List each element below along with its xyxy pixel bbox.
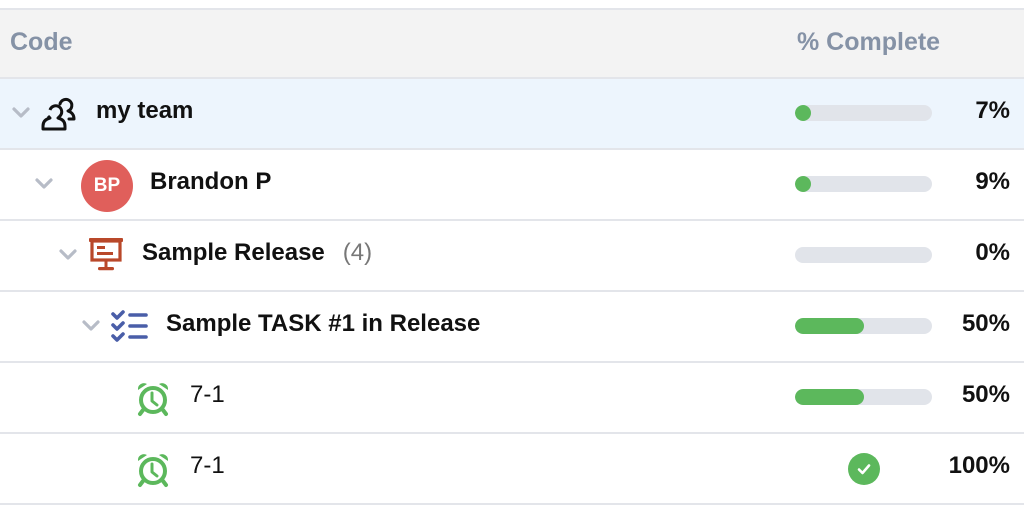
release-name: Sample Release	[142, 239, 325, 266]
progress-bar-fill	[795, 389, 864, 405]
percent-complete-value: 0%	[975, 239, 1010, 266]
chevron-down-icon[interactable]	[57, 243, 79, 265]
progress-bar-fill	[795, 105, 811, 121]
child-count: (4)	[342, 239, 373, 266]
percent-complete-value: 50%	[961, 381, 1010, 408]
chevron-down-icon[interactable]	[10, 101, 32, 123]
percent-complete-value: 9%	[975, 168, 1010, 195]
chevron-down-icon[interactable]	[80, 314, 102, 336]
tree-row-label: 7-1	[190, 452, 225, 479]
column-header-percent-complete[interactable]: % Complete	[797, 28, 940, 57]
checklist-icon	[111, 310, 148, 342]
alarm-clock-icon	[137, 383, 169, 416]
tree-row-label: 7-1	[190, 381, 225, 408]
tree-row-label: Sample Release (4)	[142, 239, 372, 267]
progress-bar-fill	[795, 176, 811, 192]
percent-complete-value: 7%	[975, 97, 1010, 124]
tree-row-timer[interactable]: 7-1 100%	[0, 434, 1024, 505]
percent-complete-value: 50%	[961, 310, 1010, 337]
table-header: Code % Complete	[0, 8, 1024, 79]
check-circle-icon	[848, 453, 880, 485]
tree-row-label: my team	[96, 97, 194, 124]
percent-complete-value: 100%	[948, 452, 1010, 479]
tree-row-release[interactable]: Sample Release (4) 0%	[0, 221, 1024, 292]
tree-row-task[interactable]: Sample TASK #1 in Release 50%	[0, 292, 1024, 363]
avatar: BP	[81, 160, 133, 212]
tree-row-user[interactable]: BP Brandon P 9%	[0, 150, 1024, 221]
progress-bar	[795, 318, 932, 334]
alarm-clock-icon	[137, 454, 169, 487]
progress-bar	[795, 389, 932, 405]
progress-bar-fill	[795, 318, 864, 334]
tree-row-timer[interactable]: 7-1 50%	[0, 363, 1024, 434]
progress-bar	[795, 176, 932, 192]
progress-tree-table: Code % Complete my team 7% BP Brandon P …	[0, 8, 1024, 505]
team-icon	[41, 97, 76, 131]
progress-bar	[795, 105, 932, 121]
tree-row-team[interactable]: my team 7%	[0, 79, 1024, 150]
tree-row-label: Brandon P	[150, 168, 272, 195]
presentation-board-icon	[89, 238, 123, 271]
progress-bar	[795, 247, 932, 263]
chevron-down-icon[interactable]	[33, 172, 55, 194]
tree-row-label: Sample TASK #1 in Release	[166, 310, 481, 337]
column-header-code[interactable]: Code	[10, 28, 73, 57]
